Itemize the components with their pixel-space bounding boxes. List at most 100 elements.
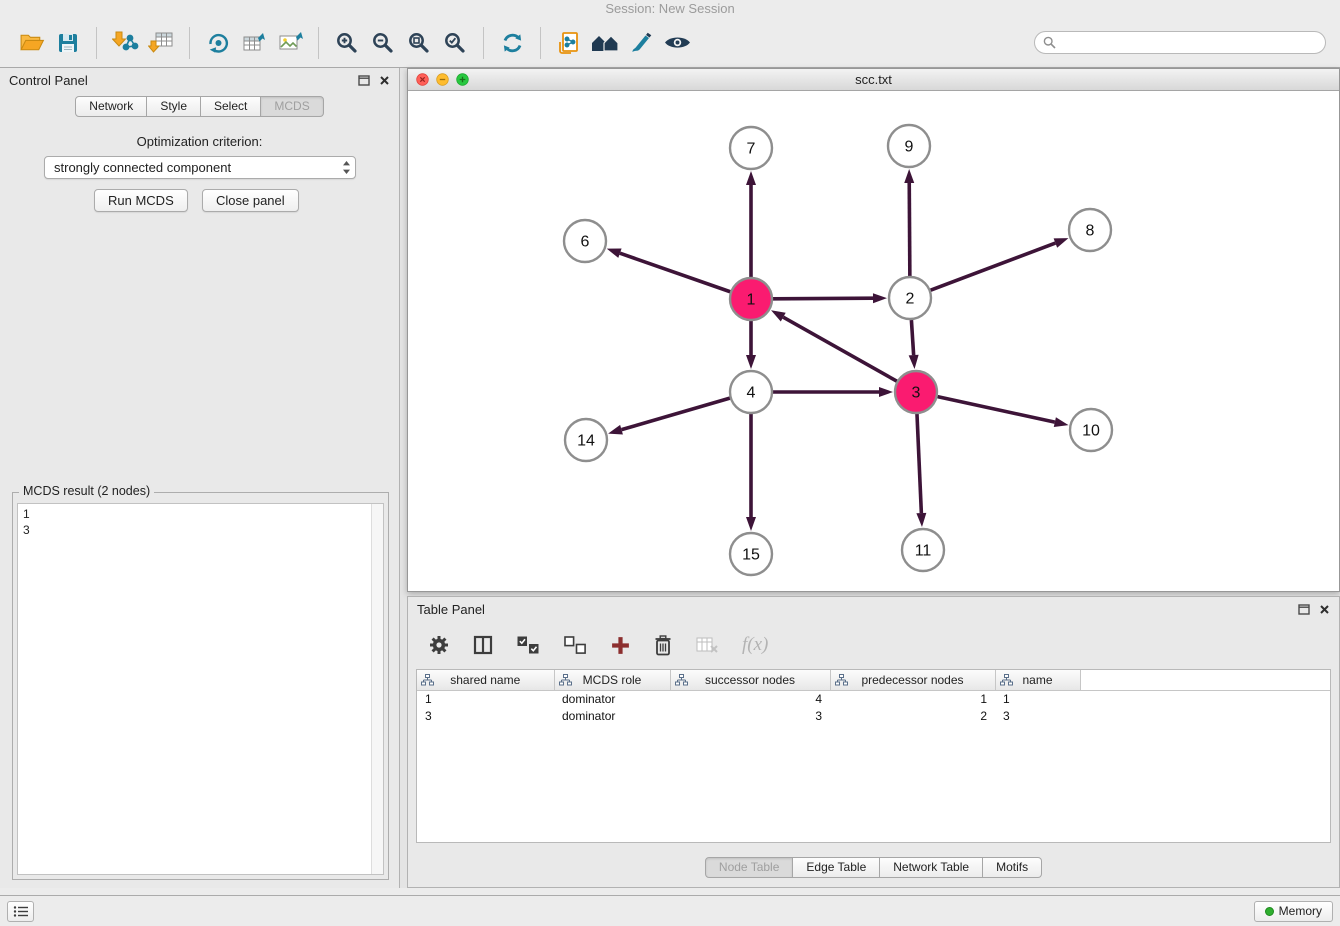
- table-cell[interactable]: 3: [417, 707, 554, 724]
- export-image-icon: [277, 30, 304, 55]
- graph-node-label: 8: [1086, 223, 1095, 240]
- clone-network-icon: [556, 30, 582, 56]
- close-window-button[interactable]: [416, 73, 429, 86]
- tab-edge-table[interactable]: Edge Table: [793, 857, 880, 878]
- node-table-scroll-area[interactable]: shared name MCDS role successor nodes: [416, 669, 1331, 843]
- show-graphics-details-button[interactable]: [659, 24, 695, 62]
- select-all-icon[interactable]: [516, 635, 541, 656]
- toolbar-separator: [540, 27, 541, 59]
- network-window-titlebar[interactable]: scc.txt: [408, 69, 1339, 91]
- network-overview-button[interactable]: [587, 24, 623, 62]
- mcds-result-line[interactable]: 3: [23, 522, 365, 538]
- column-label: successor nodes: [705, 673, 795, 687]
- save-session-button[interactable]: [50, 24, 86, 62]
- vertical-splitter[interactable]: [400, 68, 407, 888]
- column-type-icon: [675, 674, 688, 686]
- tab-network[interactable]: Network: [75, 96, 147, 117]
- zoom-in-button[interactable]: [329, 24, 365, 62]
- table-cell[interactable]: dominator: [554, 690, 670, 707]
- tab-network-table[interactable]: Network Table: [880, 857, 983, 878]
- window-titlebar[interactable]: Session: New Session: [0, 0, 1340, 18]
- node-table: shared name MCDS role successor nodes: [417, 670, 1330, 724]
- status-bar: Memory: [0, 895, 1340, 926]
- export-image-button[interactable]: [272, 24, 308, 62]
- table-row[interactable]: 3dominator323: [417, 707, 1330, 724]
- table-cell[interactable]: 3: [995, 707, 1080, 724]
- network-canvas[interactable]: 1234678910111415: [408, 91, 1339, 591]
- table-cell-filler: [1080, 690, 1330, 707]
- task-history-button[interactable]: [7, 901, 34, 922]
- table-cell[interactable]: 4: [670, 690, 830, 707]
- graph-edge-2-9[interactable]: [909, 183, 910, 276]
- table-cell[interactable]: dominator: [554, 707, 670, 724]
- export-table-button[interactable]: [236, 24, 272, 62]
- paint-style-button[interactable]: [623, 24, 659, 62]
- graph-edge-3-10[interactable]: [937, 397, 1054, 422]
- zoom-fit-button[interactable]: [401, 24, 437, 62]
- clone-network-button[interactable]: [551, 24, 587, 62]
- run-mcds-button[interactable]: Run MCDS: [94, 189, 188, 212]
- table-row[interactable]: 1dominator411: [417, 690, 1330, 707]
- open-session-button[interactable]: [14, 24, 50, 62]
- apply-layout-button[interactable]: [494, 24, 530, 62]
- toolbar-separator: [318, 27, 319, 59]
- result-scrollbar[interactable]: [371, 504, 383, 874]
- float-panel-icon[interactable]: [358, 75, 370, 86]
- function-builder-disabled: f(x): [742, 634, 768, 656]
- search-input[interactable]: [1061, 36, 1317, 50]
- optimization-select[interactable]: strongly connected component: [44, 156, 356, 179]
- graph-edge-2-3[interactable]: [911, 320, 913, 355]
- main-toolbar: [0, 18, 1340, 68]
- deselect-all-icon[interactable]: [563, 635, 588, 656]
- maximize-window-button[interactable]: [456, 73, 469, 86]
- table-cell[interactable]: 3: [670, 707, 830, 724]
- close-panel-icon[interactable]: [379, 75, 390, 86]
- create-column-icon[interactable]: [610, 635, 631, 656]
- tab-node-table[interactable]: Node Table: [705, 857, 794, 878]
- table-cell-filler: [1080, 707, 1330, 724]
- graph-edge-1-6[interactable]: [620, 253, 730, 292]
- tab-style[interactable]: Style: [147, 96, 201, 117]
- zoom-out-button[interactable]: [365, 24, 401, 62]
- table-cell[interactable]: 1: [417, 690, 554, 707]
- optimization-criterion-label: Optimization criterion:: [0, 134, 399, 149]
- column-header-shared-name[interactable]: shared name: [417, 670, 554, 690]
- graph-edge-3-11[interactable]: [917, 414, 921, 513]
- graph-edge-3-1[interactable]: [783, 317, 897, 381]
- table-cell[interactable]: 1: [995, 690, 1080, 707]
- table-cell[interactable]: 2: [830, 707, 995, 724]
- show-columns-icon[interactable]: [472, 634, 494, 656]
- tab-mcds[interactable]: MCDS: [261, 96, 323, 117]
- graph-node-label: 2: [906, 291, 915, 308]
- network-from-selection-button[interactable]: [200, 24, 236, 62]
- close-panel-button[interactable]: Close panel: [202, 189, 299, 212]
- delete-column-icon[interactable]: [653, 634, 673, 657]
- graph-edge-arrowhead: [746, 171, 756, 185]
- graph-edge-4-14[interactable]: [622, 398, 730, 430]
- column-header-successor-nodes[interactable]: successor nodes: [670, 670, 830, 690]
- toolbar-separator: [96, 27, 97, 59]
- zoom-out-icon: [371, 31, 395, 55]
- tab-select[interactable]: Select: [201, 96, 261, 117]
- column-header-mcds-role[interactable]: MCDS role: [554, 670, 670, 690]
- minimize-window-button[interactable]: [436, 73, 449, 86]
- float-panel-icon[interactable]: [1298, 604, 1310, 615]
- close-panel-icon[interactable]: [1319, 604, 1330, 615]
- graph-edge-arrowhead: [873, 293, 887, 303]
- memory-button[interactable]: Memory: [1254, 901, 1333, 922]
- tab-motifs[interactable]: Motifs: [983, 857, 1042, 878]
- network-view-window: scc.txt 1234678910111415: [407, 68, 1340, 592]
- import-table-button[interactable]: [143, 24, 179, 62]
- column-header-name[interactable]: name: [995, 670, 1080, 690]
- graph-edge-1-2[interactable]: [773, 298, 873, 299]
- graph-node-label: 10: [1082, 423, 1100, 440]
- eye-icon: [664, 33, 691, 52]
- zoom-selected-button[interactable]: [437, 24, 473, 62]
- column-type-icon: [421, 674, 434, 686]
- graph-edge-2-8[interactable]: [931, 243, 1056, 290]
- column-header-predecessor-nodes[interactable]: predecessor nodes: [830, 670, 995, 690]
- import-network-button[interactable]: [107, 24, 143, 62]
- gear-icon[interactable]: [428, 634, 450, 656]
- table-cell[interactable]: 1: [830, 690, 995, 707]
- mcds-result-line[interactable]: 1: [23, 506, 365, 522]
